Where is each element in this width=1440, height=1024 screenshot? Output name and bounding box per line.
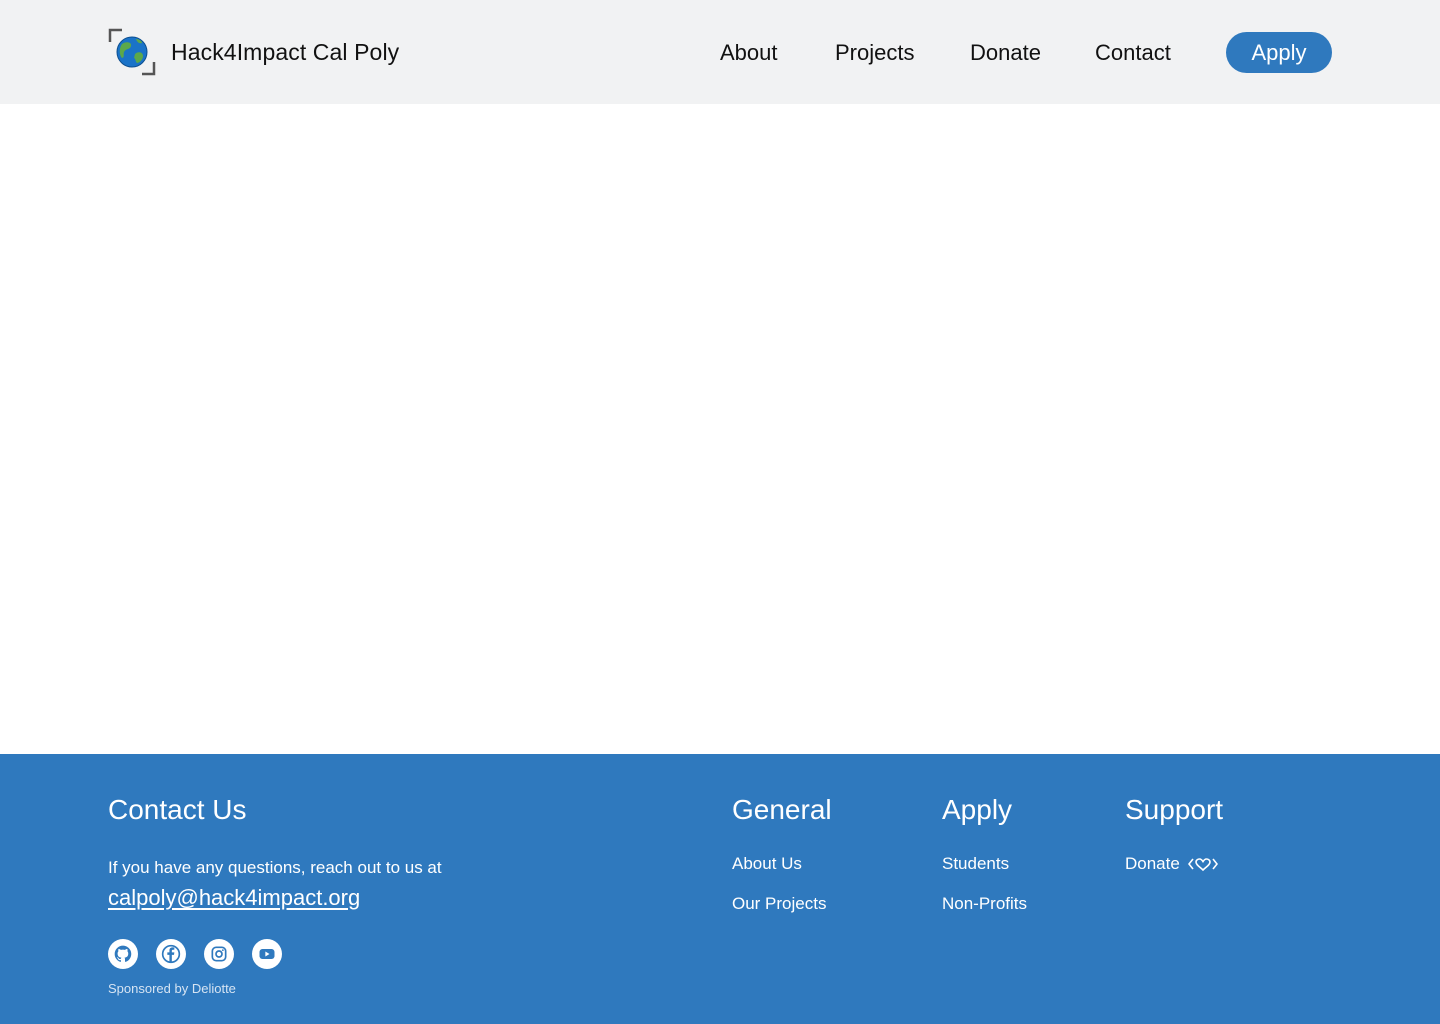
- nav-projects[interactable]: Projects: [835, 40, 914, 66]
- apply-heading: Apply: [942, 794, 1013, 825]
- social-links: [108, 939, 282, 969]
- contact-message: If you have any questions, reach out to …: [108, 858, 442, 877]
- brand-link[interactable]: Hack4Impact Cal Poly: [108, 28, 399, 76]
- contact-us-heading: Contact Us: [108, 794, 247, 825]
- site-footer: Contact Us If you have any questions, re…: [0, 754, 1440, 1024]
- nav-about[interactable]: About: [720, 40, 778, 66]
- footer-donate-label: Donate: [1125, 854, 1180, 873]
- contact-email-link[interactable]: calpoly@hack4impact.org: [108, 885, 360, 910]
- footer-link-donate[interactable]: Donate: [1125, 854, 1218, 874]
- nav-donate[interactable]: Donate: [970, 40, 1041, 66]
- general-heading: General: [732, 794, 832, 825]
- support-heading: Support: [1125, 794, 1224, 825]
- site-header: Hack4Impact Cal Poly About Projects Dona…: [0, 0, 1440, 104]
- facebook-icon[interactable]: [156, 939, 186, 969]
- footer-link-about-us[interactable]: About Us: [732, 854, 802, 874]
- youtube-icon[interactable]: [252, 939, 282, 969]
- brand-name: Hack4Impact Cal Poly: [171, 38, 400, 65]
- apply-button[interactable]: Apply: [1226, 32, 1332, 73]
- heart-code-icon: [1187, 856, 1218, 872]
- nav-contact[interactable]: Contact: [1095, 40, 1171, 66]
- github-icon[interactable]: [108, 939, 138, 969]
- footer-link-our-projects[interactable]: Our Projects: [732, 894, 826, 914]
- instagram-icon[interactable]: [204, 939, 234, 969]
- sponsor-text: Sponsored by Deliotte: [108, 981, 236, 996]
- footer-link-non-profits[interactable]: Non-Profits: [942, 894, 1027, 914]
- globe-icon: [108, 28, 156, 76]
- footer-link-students[interactable]: Students: [942, 854, 1009, 874]
- contact-text: If you have any questions, reach out to …: [108, 853, 468, 915]
